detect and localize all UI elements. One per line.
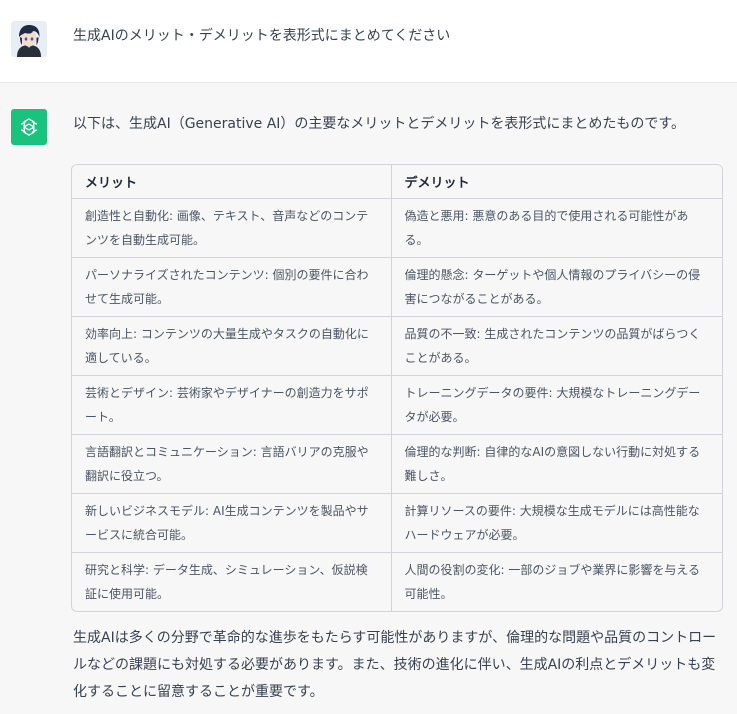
assistant-intro-text: 以下は、生成AI（Generative AI）の主要なメリットとデメリットを表形… xyxy=(73,116,686,132)
table-cell-merit: 研究と科学: データ生成、シミュレーション、仮説検証に使用可能。 xyxy=(72,552,392,611)
table-row: 研究と科学: データ生成、シミュレーション、仮説検証に使用可能。 人間の役割の変… xyxy=(72,552,722,611)
table-cell-demerit: 人間の役割の変化: 一部のジョブや業界に影響を与える可能性。 xyxy=(404,562,701,601)
table-row: 芸術とデザイン: 芸術家やデザイナーの創造力をサポート。 トレーニングデータの要… xyxy=(72,375,722,435)
comparison-table: メリット デメリット 創造性と自動化: 画像、テキスト、音声などのコンテンツを自… xyxy=(71,164,723,612)
table-cell-demerit: トレーニングデータの要件: 大規模なトレーニングデータが必要。 xyxy=(391,375,722,435)
user-message-row: 生成AIのメリット・デメリットを表形式にまとめてください xyxy=(0,0,737,83)
table-cell-merit: 新しいビジネスモデル: AI生成コンテンツを製品やサービスに統合可能。 xyxy=(72,493,392,553)
table-cell-demerit: 倫理的懸念: ターゲットや個人情報のプライバシーの侵害につながることがある。 xyxy=(391,257,722,317)
table-cell-demerit: 品質の不一致: 生成されたコンテンツの品質がばらつくことがある。 xyxy=(391,316,722,376)
table-cell-merit: 創造性と自動化: 画像、テキスト、音声などのコンテンツを自動生成可能。 xyxy=(72,198,392,258)
table-cell-demerit: 計算リソースの要件: 大規模な生成モデルには高性能なハードウェアが必要。 xyxy=(391,493,722,553)
user-avatar xyxy=(11,21,47,57)
table-row: 言語翻訳とコミュニケーション: 言語バリアの克服や翻訳に役立つ。 倫理的な判断:… xyxy=(72,434,722,494)
table-cell-merit: 芸術とデザイン: 芸術家やデザイナーの創造力をサポート。 xyxy=(72,375,392,435)
assistant-summary-text: 生成AIは多くの分野で革命的な進歩をもたらす可能性がありますが、倫理的な問題や品… xyxy=(73,630,717,700)
assistant-message-row: 以下は、生成AI（Generative AI）の主要なメリットとデメリットを表形… xyxy=(0,84,737,714)
user-message-text: 生成AIのメリット・デメリットを表形式にまとめてください xyxy=(73,28,451,44)
table-row: 創造性と自動化: 画像、テキスト、音声などのコンテンツを自動生成可能。 偽造と悪… xyxy=(72,198,722,258)
table-cell-merit: パーソナライズされたコンテンツ: 個別の要件に合わせて生成可能。 xyxy=(72,257,392,317)
column-header-merits: メリット xyxy=(72,165,392,199)
table-row: 効率向上: コンテンツの大量生成やタスクの自動化に適している。 品質の不一致: … xyxy=(72,316,722,376)
table-row: 新しいビジネスモデル: AI生成コンテンツを製品やサービスに統合可能。 計算リソ… xyxy=(72,493,722,553)
table-cell-demerit: 偽造と悪用: 悪意のある目的で使用される可能性がある。 xyxy=(391,198,722,258)
table-cell-merit: 言語翻訳とコミュニケーション: 言語バリアの克服や翻訳に役立つ。 xyxy=(72,434,392,494)
table-cell-merit: 効率向上: コンテンツの大量生成やタスクの自動化に適している。 xyxy=(72,316,392,376)
table-row: パーソナライズされたコンテンツ: 個別の要件に合わせて生成可能。 倫理的懸念: … xyxy=(72,257,722,317)
openai-logo-icon xyxy=(11,109,47,145)
table-cell-demerit: 倫理的な判断: 自律的なAIの意図しない行動に対処する難しさ。 xyxy=(391,434,722,494)
table-header-row: メリット デメリット xyxy=(72,165,722,199)
column-header-demerits: デメリット xyxy=(391,165,722,199)
